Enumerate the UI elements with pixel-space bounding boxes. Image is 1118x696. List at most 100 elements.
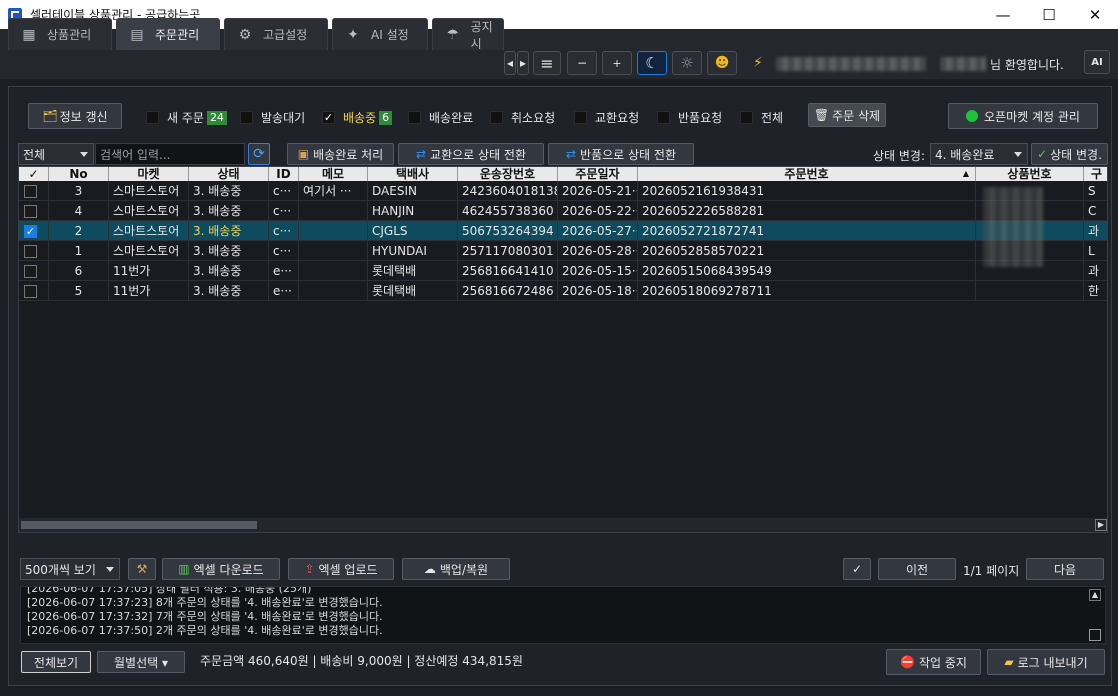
header-id[interactable]: ID: [269, 167, 299, 181]
filter-cancel-request[interactable]: 취소요청: [490, 109, 555, 126]
header-market[interactable]: 마켓: [109, 167, 189, 181]
excel-download-button[interactable]: ▥ 엑셀 다운로드: [162, 558, 280, 580]
tools-button[interactable]: ⚒: [128, 558, 156, 580]
checkbox[interactable]: [24, 185, 37, 198]
table-row[interactable]: 4 스마트스토어 3. 배송중 c··· HANJIN 462455738360 2026-…: [19, 201, 1107, 221]
tab-order-management[interactable]: ▤ 주문관리: [116, 18, 220, 50]
checkbox[interactable]: [574, 111, 587, 124]
switch-to-exchange-button[interactable]: ⇄ 교환으로 상태 전환: [398, 143, 544, 165]
filter-return-request[interactable]: 반품요청: [657, 109, 722, 126]
header-extra[interactable]: 구: [1084, 167, 1107, 181]
monthly-select-button[interactable]: 월별선택 ▾: [97, 651, 185, 673]
scroll-up-icon[interactable]: ▲: [1089, 589, 1101, 601]
search-refresh-button[interactable]: ⟳: [248, 143, 270, 165]
header-order-date[interactable]: 주문일자: [558, 167, 638, 181]
header-memo[interactable]: 메모: [299, 167, 368, 181]
checkbox[interactable]: [24, 245, 37, 258]
table-row[interactable]: 6 11번가 3. 배송중 e··· 롯데택배 256816641410 2026-05-1…: [19, 261, 1107, 281]
scroll-right-icon[interactable]: ▶: [1095, 519, 1107, 531]
light-mode-toggle[interactable]: ☼: [672, 51, 702, 75]
checkbox[interactable]: [408, 111, 421, 124]
switch-to-return-button[interactable]: ⇄ 반품으로 상태 전환: [548, 143, 694, 165]
checkbox[interactable]: [657, 111, 670, 124]
search-input[interactable]: 검색어 입력...: [95, 143, 245, 165]
dark-mode-toggle[interactable]: ☾: [637, 51, 667, 75]
confirm-button[interactable]: ✓: [843, 558, 871, 580]
tab-notice[interactable]: ☂ 공지시: [432, 18, 504, 51]
row-checkbox[interactable]: [19, 181, 49, 201]
header-order-number[interactable]: 주문번호 ▲: [638, 167, 976, 181]
row-checkbox[interactable]: ✓: [19, 221, 49, 241]
zoom-in-button[interactable]: +: [602, 51, 632, 75]
scrollbar-thumb[interactable]: [21, 521, 257, 529]
apply-status-button[interactable]: ✓ 상태 변경.: [1031, 143, 1108, 165]
excel-upload-button[interactable]: ⇪ 엑셀 업로드: [288, 558, 394, 580]
zoom-out-button[interactable]: −: [567, 51, 597, 75]
filter-in-delivery[interactable]: ✓ 배송중 6: [322, 109, 393, 126]
tab-scroll-right-button[interactable]: ▸: [517, 51, 529, 75]
page-size-select[interactable]: 500개씩 보기: [20, 558, 120, 580]
delete-order-button[interactable]: 🗑 주문 삭제: [808, 103, 886, 127]
table-row[interactable]: ✓ 2 스마트스토어 3. 배송중 c··· CJGLS 506753264394 2026-…: [19, 221, 1107, 241]
close-button[interactable]: ✕: [1072, 0, 1118, 29]
header-select-all[interactable]: ✓: [19, 167, 49, 181]
horizontal-scrollbar[interactable]: ▶: [19, 518, 1107, 532]
filter-all[interactable]: 전체: [740, 109, 783, 126]
table-row[interactable]: 3 스마트스토어 3. 배송중 c··· 여기서 ··· DAESIN 2423604018…: [19, 181, 1107, 201]
header-product-number[interactable]: 상품번호: [976, 167, 1084, 181]
filter-delivered[interactable]: 배송완료: [408, 109, 473, 126]
openmarket-account-button[interactable]: 오픈마켓 계정 관리: [948, 103, 1098, 129]
checkbox[interactable]: [146, 111, 159, 124]
maximize-button[interactable]: ☐: [1026, 0, 1072, 29]
mark-delivered-button[interactable]: ▣ 배송완료 처리: [287, 143, 394, 165]
row-checkbox[interactable]: [19, 241, 49, 261]
order-summary: 주문금액 460,640원 | 배송비 9,000원 | 정산예정 434,81…: [200, 654, 523, 668]
hamburger-menu-button[interactable]: ≡: [533, 51, 561, 75]
filter-awaiting-shipment[interactable]: 발송대기: [240, 109, 305, 126]
row-checkbox[interactable]: [19, 281, 49, 301]
tab-ai-settings[interactable]: ✦ AI 설정: [332, 18, 428, 50]
emoji-button[interactable]: ☻: [707, 51, 737, 75]
prev-page-button[interactable]: 이전: [878, 558, 956, 580]
checkbox[interactable]: [24, 265, 37, 278]
cell-memo: [299, 281, 368, 301]
table-row[interactable]: 1 스마트스토어 3. 배송중 c··· HYUNDAI 257117080301 2026…: [19, 241, 1107, 261]
view-all-button[interactable]: 전체보기: [21, 651, 91, 673]
checkbox[interactable]: [240, 111, 253, 124]
header-tracking[interactable]: 운송장번호: [458, 167, 558, 181]
checkbox-checked[interactable]: ✓: [322, 111, 335, 124]
row-checkbox[interactable]: [19, 201, 49, 221]
cell-no: 3: [49, 181, 109, 201]
header-status[interactable]: 상태: [189, 167, 269, 181]
checkbox[interactable]: [490, 111, 503, 124]
stop-task-button[interactable]: ⛔ 작업 중지: [886, 649, 981, 675]
cell-status: 3. 배송중: [189, 281, 269, 301]
backup-restore-button[interactable]: ☁ 백업/복원: [402, 558, 510, 580]
tab-label: 주문관리: [155, 28, 200, 42]
minimize-button[interactable]: —: [980, 0, 1026, 29]
tab-advanced-settings[interactable]: ⚙ 고급설정: [224, 18, 328, 50]
scope-select[interactable]: 전체: [18, 143, 94, 165]
checkbox[interactable]: [740, 111, 753, 124]
filter-new-order[interactable]: 새 주문 24: [146, 109, 227, 126]
checkbox-checked[interactable]: ✓: [24, 225, 37, 238]
row-checkbox[interactable]: [19, 261, 49, 281]
ai-chat-button[interactable]: AI: [1084, 50, 1110, 74]
cell-order-date: 2026-05-28···: [558, 241, 638, 261]
refresh-info-button[interactable]: 🗂 정보 갱신: [28, 103, 122, 129]
checkbox[interactable]: [24, 205, 37, 218]
export-log-button[interactable]: ▰ 로그 내보내기: [987, 649, 1105, 675]
filter-exchange-request[interactable]: 교환요청: [574, 109, 639, 126]
folder-refresh-icon: 🗂: [42, 109, 58, 123]
checkbox[interactable]: [24, 285, 37, 298]
table-row[interactable]: 5 11번가 3. 배송중 e··· 롯데택배 256816672486 2026-05-1…: [19, 281, 1107, 301]
header-no[interactable]: No: [49, 167, 109, 181]
header-courier[interactable]: 택배사: [368, 167, 458, 181]
tab-scroll-left-button[interactable]: ◂: [504, 51, 516, 75]
cell-extra: C: [1084, 201, 1107, 221]
next-page-button[interactable]: 다음: [1026, 558, 1104, 580]
scroll-down-box[interactable]: [1089, 629, 1101, 641]
status-select[interactable]: 4. 배송완료: [930, 143, 1028, 165]
tab-product-management[interactable]: ▦ 상품관리: [8, 18, 112, 50]
chevron-down-icon: [80, 152, 88, 157]
